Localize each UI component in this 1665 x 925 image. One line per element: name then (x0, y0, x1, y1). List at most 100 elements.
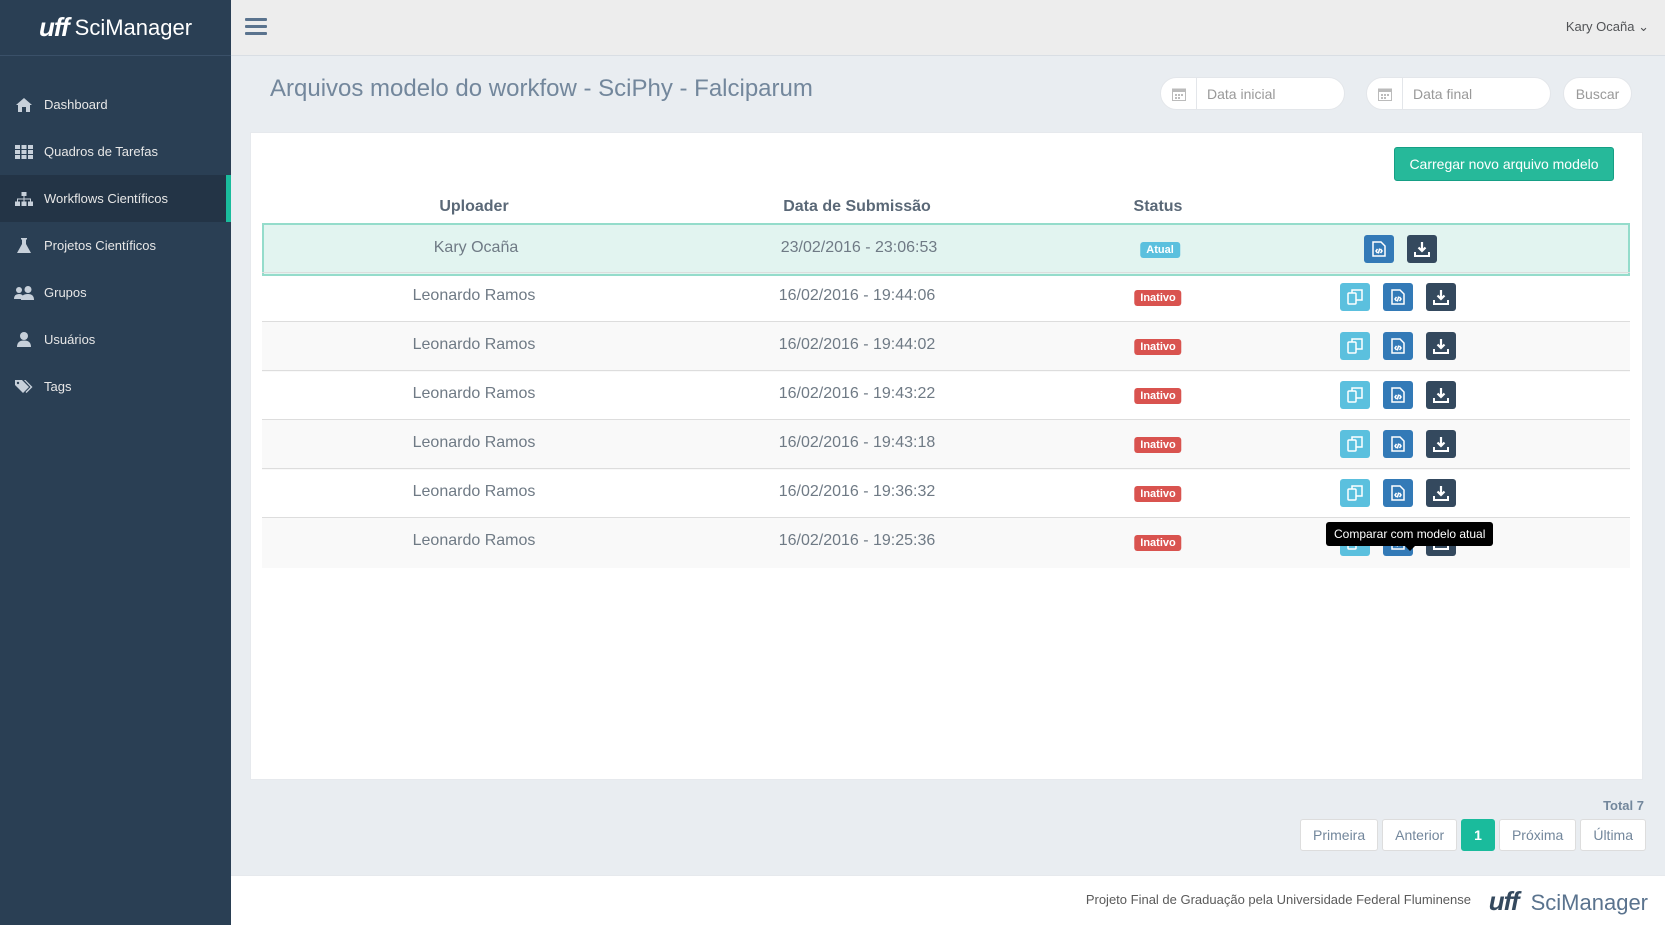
page-current-button[interactable]: 1 (1461, 819, 1495, 851)
end-date-input[interactable]: Data final (1366, 77, 1551, 110)
sidebar-item-label: Dashboard (44, 97, 108, 112)
cell-date: 16/02/2016 - 19:43:22 (778, 385, 936, 402)
cell-uploader: Leonardo Ramos (412, 532, 536, 549)
sidebar-item-grupos[interactable]: Grupos (0, 269, 231, 316)
brand-logo[interactable]: uff SciManager (0, 0, 231, 56)
view-file-icon (1390, 387, 1406, 403)
start-date-placeholder: Data inicial (1207, 85, 1276, 102)
sidebar-nav: Dashboard Quadros de Tarefas Workflows C… (0, 81, 231, 410)
sidebar-item-workflows[interactable]: Workflows Científicos (0, 175, 231, 222)
footer-uff-logo: uff (1488, 886, 1520, 916)
sidebar-item-tags[interactable]: Tags (0, 363, 231, 410)
view-button[interactable] (1383, 332, 1413, 360)
table-row: Leonardo Ramos 16/02/2016 - 19:43:18 Inati… (262, 419, 1630, 470)
cell-uploader: Leonardo Ramos (412, 287, 536, 304)
status-badge: Inativo (1134, 535, 1182, 551)
compare-icon (1347, 485, 1363, 501)
download-icon (1433, 436, 1449, 452)
brand-name: SciManager (74, 14, 193, 40)
home-icon (14, 97, 34, 113)
view-file-icon (1390, 289, 1406, 305)
cell-uploader: Kary Ocaña (433, 239, 519, 256)
calendar-icon (1367, 78, 1403, 109)
sidebar-item-label: Quadros de Tarefas (44, 144, 158, 159)
compare-icon (1347, 436, 1363, 452)
cell-uploader: Leonardo Ramos (412, 434, 536, 451)
compare-icon (1347, 338, 1363, 354)
pagination: Primeira Anterior 1 Próxima Última (1300, 819, 1646, 851)
cell-date: 16/02/2016 - 19:43:18 (778, 434, 936, 451)
download-button[interactable] (1426, 283, 1456, 311)
table-row: Leonardo Ramos 16/02/2016 - 19:43:22 Inati… (262, 370, 1630, 421)
total-count: Total 7 (1603, 798, 1644, 813)
status-badge: Inativo (1134, 339, 1182, 355)
download-button[interactable] (1426, 430, 1456, 458)
flask-icon (14, 238, 34, 254)
page-last-button[interactable]: Última (1580, 819, 1646, 851)
upload-model-button[interactable]: Carregar novo arquivo modelo (1394, 147, 1614, 181)
column-header-date: Data de Submissão (783, 198, 931, 215)
page-next-button[interactable]: Próxima (1498, 819, 1577, 851)
compare-button[interactable] (1340, 332, 1370, 360)
compare-icon (1347, 289, 1363, 305)
footer-text: Projeto Final de Graduação pela Universi… (1085, 892, 1471, 907)
user-menu[interactable]: Kary Ocaña ⌄ (1566, 19, 1649, 35)
cell-uploader: Leonardo Ramos (412, 336, 536, 353)
footer-brand-name: SciManager (1530, 890, 1648, 915)
view-button[interactable] (1383, 283, 1413, 311)
sidebar-item-quadros[interactable]: Quadros de Tarefas (0, 128, 231, 175)
status-badge: Inativo (1134, 486, 1182, 502)
download-icon (1433, 485, 1449, 501)
status-badge: Atual (1140, 242, 1180, 258)
top-navbar: Kary Ocaña ⌄ (231, 0, 1665, 56)
footer-brand: uff SciManager (1489, 886, 1648, 917)
status-badge: Inativo (1134, 437, 1182, 453)
status-badge: Inativo (1134, 388, 1182, 404)
view-button[interactable] (1383, 479, 1413, 507)
sidebar: uff SciManager Dashboard Quadros de Tare… (0, 0, 231, 925)
page-prev-button[interactable]: Anterior (1382, 819, 1458, 851)
view-button[interactable] (1383, 430, 1413, 458)
cell-date: 16/02/2016 - 19:36:32 (778, 483, 936, 500)
compare-button[interactable] (1340, 479, 1370, 507)
compare-icon (1347, 387, 1363, 403)
column-header-status: Status (1133, 198, 1183, 215)
table-row: Leonardo Ramos 16/02/2016 - 19:44:02 Inati… (262, 321, 1630, 372)
grid-icon (14, 144, 34, 160)
download-button[interactable] (1426, 479, 1456, 507)
download-button[interactable] (1426, 381, 1456, 409)
view-button[interactable] (1383, 381, 1413, 409)
compare-button[interactable] (1340, 283, 1370, 311)
users-icon (14, 285, 34, 301)
sidebar-item-projetos[interactable]: Projetos Científicos (0, 222, 231, 269)
menu-toggle-icon[interactable] (245, 18, 267, 38)
sidebar-item-label: Tags (44, 379, 72, 394)
download-button[interactable] (1426, 332, 1456, 360)
compare-button[interactable] (1340, 381, 1370, 409)
download-icon (1414, 241, 1430, 257)
view-button[interactable] (1364, 235, 1394, 263)
sidebar-item-dashboard[interactable]: Dashboard (0, 81, 231, 128)
calendar-icon (1161, 78, 1197, 109)
page-first-button[interactable]: Primeira (1300, 819, 1379, 851)
compare-tooltip: Comparar com modelo atual (1326, 522, 1494, 551)
tags-icon (14, 379, 34, 395)
search-button[interactable]: Buscar (1563, 77, 1632, 110)
view-file-icon (1390, 436, 1406, 452)
table-row: Kary Ocaña 23/02/2016 - 23:06:53 Atual (262, 223, 1630, 276)
page-title: Arquivos modelo do workfow - SciPhy - Fa… (270, 75, 813, 102)
table-row: Leonardo Ramos 16/02/2016 - 19:44:06 Inati… (262, 272, 1630, 323)
column-header-uploader: Uploader (439, 198, 509, 215)
cell-uploader: Leonardo Ramos (412, 385, 536, 402)
chevron-down-icon: ⌄ (1638, 19, 1649, 34)
sidebar-item-label: Projetos Científicos (44, 238, 156, 253)
download-button[interactable] (1407, 235, 1437, 263)
download-icon (1433, 338, 1449, 354)
sidebar-item-usuarios[interactable]: Usuários (0, 316, 231, 363)
sidebar-item-label: Grupos (44, 285, 87, 300)
compare-button[interactable] (1340, 430, 1370, 458)
status-badge: Inativo (1134, 290, 1182, 306)
download-icon (1433, 387, 1449, 403)
footer: Projeto Final de Graduação pela Universi… (231, 875, 1665, 925)
start-date-input[interactable]: Data inicial (1160, 77, 1345, 110)
